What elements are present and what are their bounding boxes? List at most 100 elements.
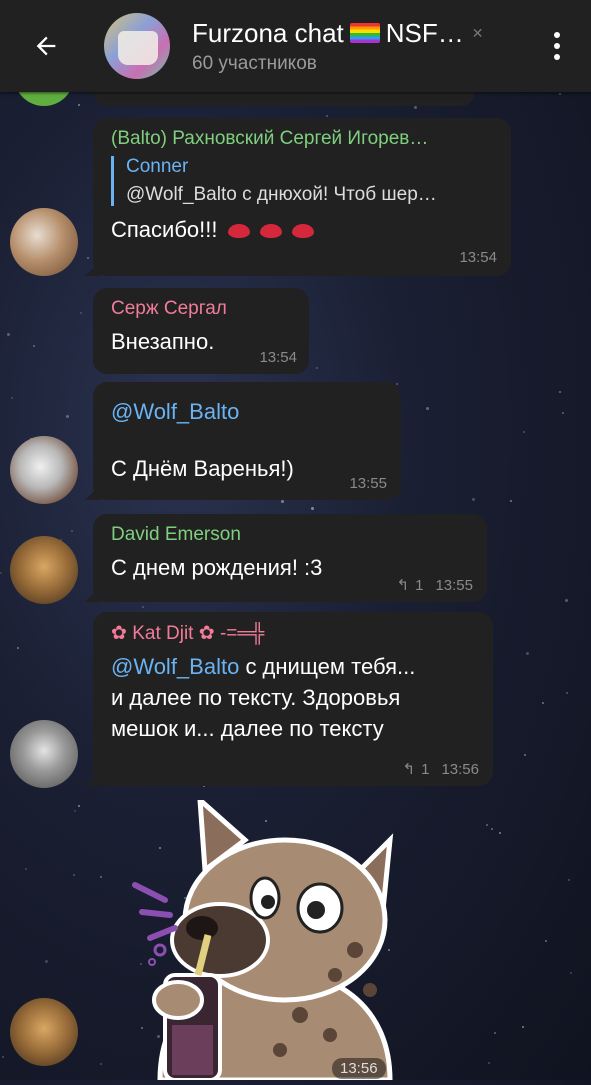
- star-dot: [510, 500, 512, 502]
- chat-title: Furzona chat NSF… ✕: [192, 18, 537, 49]
- message-time: 13:55: [435, 576, 473, 594]
- star-dot: [87, 257, 89, 259]
- message-bubble[interactable]: (Balto) Рахновский Сергей Игорев… Conner…: [93, 118, 511, 276]
- star-dot: [426, 407, 429, 410]
- star-dot: [311, 507, 314, 510]
- flower-icon: ✿: [111, 623, 133, 644]
- star-dot: [522, 1026, 524, 1028]
- mention-link[interactable]: @Wolf_Balto: [111, 654, 239, 679]
- message-time: 13:55: [349, 475, 387, 492]
- sender-name[interactable]: (Balto) Рахновский Сергей Игорев…: [111, 128, 495, 150]
- star-dot: [100, 876, 102, 878]
- star-dot: [11, 397, 13, 399]
- star-dot: [281, 500, 284, 503]
- star-dot: [488, 1062, 490, 1064]
- star-dot: [71, 530, 73, 532]
- star-dot: [494, 1032, 496, 1034]
- message-body: Спасибо!!!: [111, 217, 218, 242]
- rainbow-flag-icon: [349, 23, 380, 43]
- user-avatar[interactable]: [10, 436, 78, 504]
- arrow-left-icon: [36, 36, 56, 56]
- message-meta: ↰ 1 13:56: [403, 760, 479, 779]
- chat-title-suffix: NSF…: [385, 17, 464, 48]
- star-dot: [45, 960, 48, 963]
- star-dot: [562, 412, 564, 414]
- message-bubble[interactable]: Серж Сергал Внезапно. 13:54: [93, 288, 309, 374]
- message-time: 13:56: [441, 760, 479, 778]
- star-dot: [142, 606, 144, 608]
- more-menu-button[interactable]: [537, 21, 577, 71]
- sender-name[interactable]: Серж Сергал: [111, 298, 293, 320]
- flower-icon: ✿: [193, 623, 220, 644]
- reply-arrow-icon[interactable]: ↰: [403, 760, 416, 778]
- star-dot: [524, 754, 526, 756]
- star-dot: [526, 652, 529, 655]
- star-dot: [570, 972, 572, 974]
- user-avatar[interactable]: [10, 998, 78, 1066]
- sender-name[interactable]: ✿ Kat Djit ✿ -=═╬: [111, 622, 477, 645]
- lips-emoji-icon: [259, 224, 282, 238]
- reply-arrow-icon[interactable]: ↰: [397, 576, 410, 594]
- user-avatar[interactable]: [10, 208, 78, 276]
- message-bubble[interactable]: David Emerson С днем рождения! :3 ↰ 1 13…: [93, 514, 487, 602]
- star-dot: [25, 868, 27, 870]
- message-body: С Днём Варенья!): [111, 456, 294, 481]
- menu-dot-icon: [554, 54, 560, 60]
- reply-count[interactable]: 1: [415, 577, 423, 594]
- message-text-line: и далее по тексту. Здоровья: [111, 685, 401, 710]
- star-dot: [486, 824, 488, 826]
- star-dot: [559, 93, 561, 95]
- star-dot: [66, 415, 69, 418]
- star-dot: [0, 572, 2, 574]
- message-meta: 13:55: [349, 475, 387, 492]
- star-dot: [568, 879, 570, 881]
- chat-title-text: Furzona chat: [192, 17, 344, 48]
- lips-emoji-icon: [227, 224, 250, 238]
- chat-info[interactable]: Furzona chat NSF… ✕ 60 участников: [192, 18, 537, 75]
- message-text-line: мешок и... далее по тексту: [111, 716, 384, 741]
- sender-name-text: Kat Djit: [132, 623, 194, 644]
- sender-name[interactable]: David Emerson: [111, 524, 471, 546]
- star-dot: [491, 828, 493, 830]
- back-button[interactable]: [26, 26, 66, 66]
- star-dot: [472, 498, 475, 501]
- star-dot: [78, 104, 80, 106]
- hyena-sticker[interactable]: [120, 794, 420, 1083]
- star-dot: [17, 647, 19, 649]
- reply-count[interactable]: 1: [421, 761, 429, 778]
- lips-emoji-icon: [291, 224, 314, 238]
- user-avatar[interactable]: [10, 720, 78, 788]
- hyena-sticker-image: [132, 794, 394, 1083]
- sticker-time: 13:56: [332, 1058, 386, 1079]
- group-avatar[interactable]: [104, 13, 170, 79]
- menu-dot-icon: [554, 43, 560, 49]
- message-meta: ↰ 1 13:55: [397, 576, 473, 595]
- reply-author: Conner: [126, 156, 189, 177]
- star-dot: [7, 333, 10, 336]
- star-dot: [545, 940, 547, 942]
- star-dot: [78, 805, 80, 807]
- star-dot: [566, 692, 568, 694]
- message-bubble[interactable]: ✿ Kat Djit ✿ -=═╬ @Wolf_Balto с днищем т…: [93, 612, 493, 786]
- message-time: 13:54: [459, 249, 497, 266]
- star-dot: [100, 1063, 102, 1065]
- star-dot: [74, 810, 76, 812]
- star-dot: [326, 115, 328, 117]
- reply-text: @Wolf_Balto с днюхой! Чтоб шер…: [126, 184, 437, 205]
- sender-name-suffix: -=═╬: [219, 623, 265, 644]
- user-avatar[interactable]: [10, 536, 78, 604]
- star-dot: [414, 106, 417, 109]
- mention-link[interactable]: @Wolf_Balto: [111, 396, 385, 427]
- message-meta: 13:54: [459, 249, 497, 266]
- muted-icon: ✕: [471, 24, 484, 41]
- message-bubble[interactable]: @Wolf_Balto С Днём Варенья!) 13:55: [93, 382, 401, 500]
- reply-quote[interactable]: Conner @Wolf_Balto с днюхой! Чтоб шер…: [111, 156, 495, 206]
- star-dot: [523, 431, 525, 433]
- star-dot: [80, 312, 82, 314]
- star-dot: [316, 367, 318, 369]
- message-text: Спасибо!!!: [111, 214, 495, 245]
- star-dot: [73, 874, 75, 876]
- message-text-part: с днищем тебя...: [239, 654, 416, 679]
- message-time: 13:54: [259, 349, 297, 366]
- message-body: @Wolf_Balto с днищем тебя... и далее по …: [111, 651, 477, 744]
